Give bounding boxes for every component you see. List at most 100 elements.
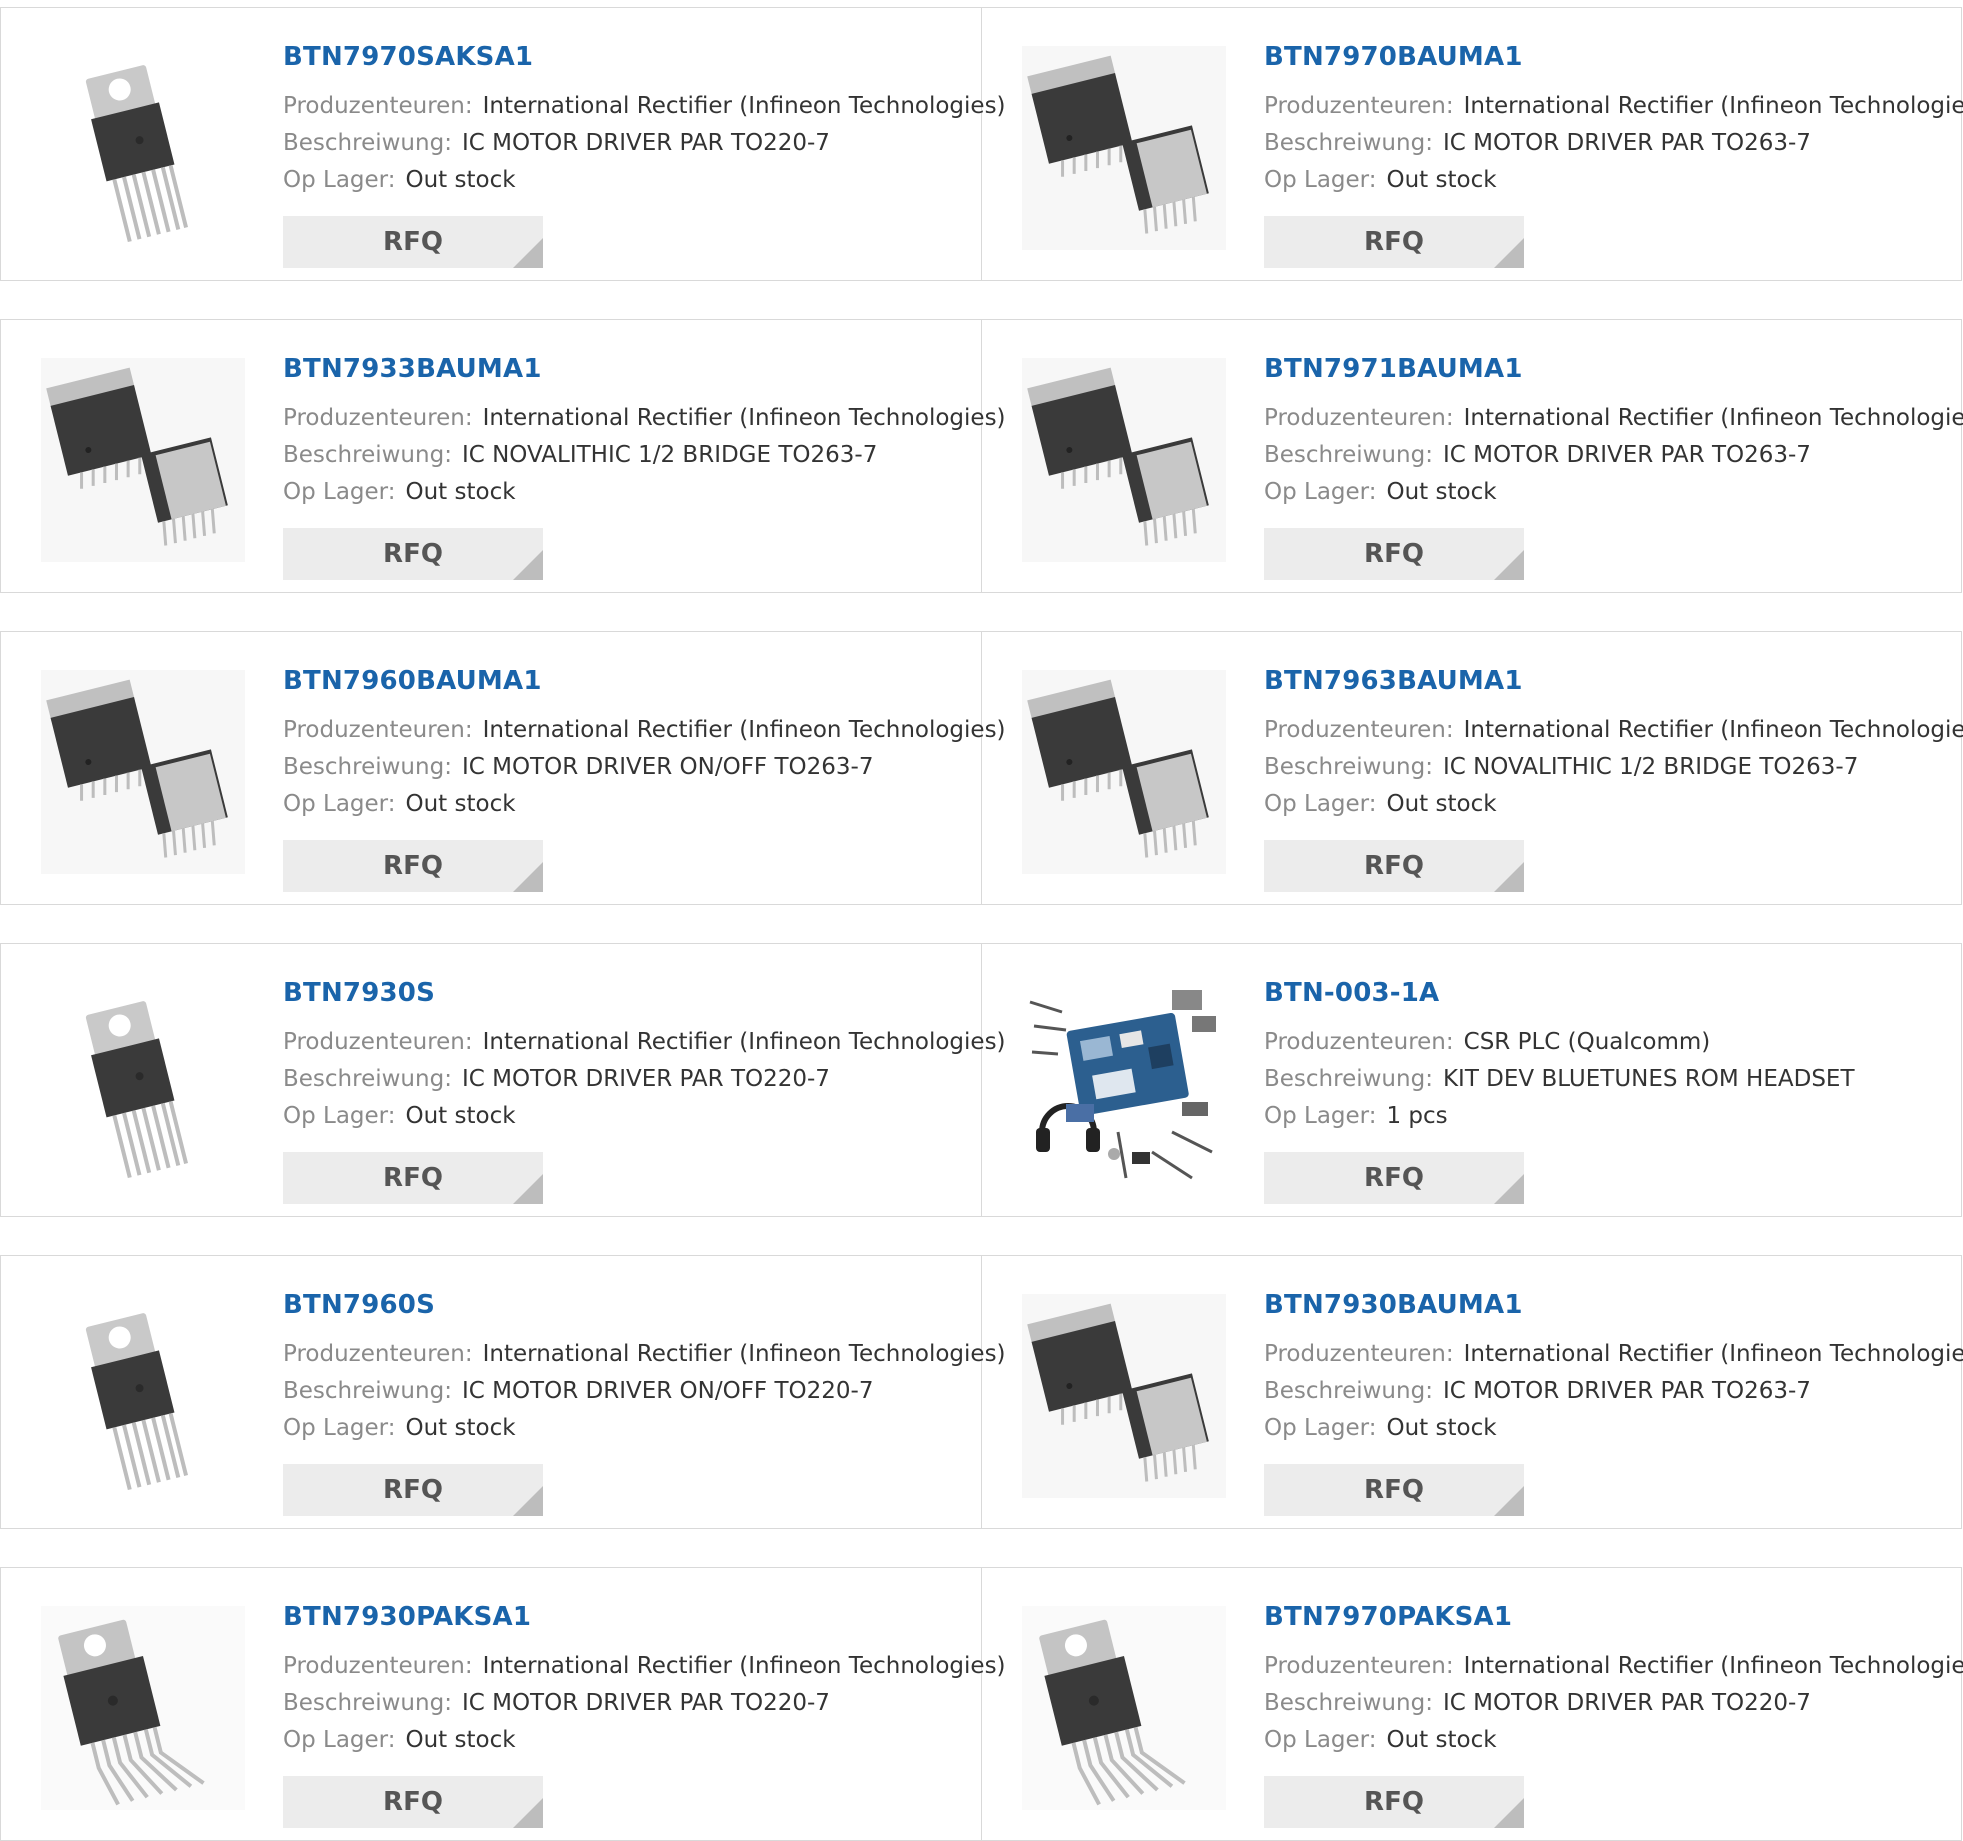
manufacturer-label: Produzenteuren: [1264,93,1454,119]
to263-icon[interactable] [1022,358,1226,562]
description-row: Beschreiwung: IC MOTOR DRIVER PAR TO220-7 [283,130,830,156]
description-label: Beschreiwung: [1264,1066,1433,1092]
manufacturer-row: Produzenteuren: International Rectifier (… [283,1341,1006,1367]
to220-icon[interactable] [41,1294,245,1498]
stock-row: Op Lager: Out stock [1264,1415,1497,1441]
stock-value: Out stock [405,1415,516,1441]
description-value: IC MOTOR DRIVER ON/OFF TO220-7 [461,1378,874,1404]
rfq-button[interactable]: RFQ [283,216,543,268]
rfq-button[interactable]: RFQ [283,1464,543,1516]
description-value: IC MOTOR DRIVER PAR TO220-7 [461,1690,830,1716]
product-card: BTN-003-1A Produzenteuren: CSR PLC (Qualc… [982,944,1962,1216]
to263-icon[interactable] [41,670,245,874]
rfq-button[interactable]: RFQ [1264,1464,1524,1516]
rfq-button[interactable]: RFQ [283,840,543,892]
description-value: IC MOTOR DRIVER PAR TO220-7 [461,1066,830,1092]
manufacturer-row: Produzenteuren: International Rectifier (… [283,717,1006,743]
stock-label: Op Lager: [283,1415,396,1441]
stock-value: Out stock [405,479,516,505]
product-part-number-link[interactable]: BTN7960S [283,1290,435,1320]
description-value: KIT DEV BLUETUNES ROM HEADSET [1442,1066,1855,1092]
rfq-button[interactable]: RFQ [1264,1152,1524,1204]
product-part-number-link[interactable]: BTN7930S [283,978,435,1008]
to220-icon[interactable] [41,46,245,250]
description-row: Beschreiwung: IC MOTOR DRIVER PAR TO263-7 [1264,442,1811,468]
to263-icon[interactable] [41,358,245,562]
product-part-number-link[interactable]: BTN7971BAUMA1 [1264,354,1523,384]
to220-bent-icon[interactable] [1022,1606,1226,1810]
rfq-button[interactable]: RFQ [1264,1776,1524,1828]
devkit-icon[interactable] [1022,982,1226,1186]
description-label: Beschreiwung: [283,130,452,156]
corner-fold-icon [1494,1486,1524,1516]
stock-row: Op Lager: Out stock [1264,167,1497,193]
stock-label: Op Lager: [283,1727,396,1753]
manufacturer-label: Produzenteuren: [283,405,473,431]
to220-bent-icon[interactable] [41,1606,245,1810]
manufacturer-label: Produzenteuren: [1264,717,1454,743]
product-part-number-link[interactable]: BTN-003-1A [1264,978,1439,1008]
stock-label: Op Lager: [1264,791,1377,817]
stock-value: Out stock [1386,1727,1497,1753]
rfq-button[interactable]: RFQ [1264,840,1524,892]
description-row: Beschreiwung: IC MOTOR DRIVER PAR TO220-7 [283,1690,830,1716]
description-label: Beschreiwung: [283,1690,452,1716]
product-part-number-link[interactable]: BTN7970SAKSA1 [283,42,533,72]
rfq-button[interactable]: RFQ [283,1776,543,1828]
manufacturer-value: International Rectifier (Infineon Techno… [482,1653,1006,1679]
rfq-button-label: RFQ [383,1163,443,1193]
to263-icon[interactable] [1022,46,1226,250]
product-part-number-link[interactable]: BTN7970BAUMA1 [1264,42,1523,72]
stock-row: Op Lager: Out stock [1264,791,1497,817]
to263-icon[interactable] [1022,1294,1226,1498]
stock-label: Op Lager: [283,479,396,505]
product-card: BTN7930PAKSA1 Produzenteuren: Internation… [1,1568,1006,1840]
manufacturer-label: Produzenteuren: [283,1341,473,1367]
description-row: Beschreiwung: IC NOVALITHIC 1/2 BRIDGE TO… [1264,754,1858,780]
product-card: BTN7930S Produzenteuren: International Re… [1,944,1006,1216]
manufacturer-value: International Rectifier (Infineon Techno… [1463,717,1963,743]
description-label: Beschreiwung: [283,1066,452,1092]
manufacturer-row: Produzenteuren: International Rectifier (… [1264,717,1963,743]
manufacturer-row: Produzenteuren: CSR PLC (Qualcomm) [1264,1029,1710,1055]
product-part-number-link[interactable]: BTN7930BAUMA1 [1264,1290,1523,1320]
stock-value: Out stock [405,1103,516,1129]
product-card: BTN7963BAUMA1 Produzenteuren: Internation… [982,632,1963,904]
manufacturer-row: Produzenteuren: International Rectifier (… [1264,405,1963,431]
stock-value: Out stock [1386,791,1497,817]
to263-icon[interactable] [1022,670,1226,874]
stock-row: Op Lager: Out stock [283,1727,516,1753]
rfq-button[interactable]: RFQ [1264,528,1524,580]
corner-fold-icon [513,1798,543,1828]
product-row: BTN7930PAKSA1 Produzenteuren: Internation… [0,1567,1963,1841]
product-part-number-link[interactable]: BTN7970PAKSA1 [1264,1602,1512,1632]
manufacturer-row: Produzenteuren: International Rectifier (… [283,1029,1006,1055]
product-part-number-link[interactable]: BTN7963BAUMA1 [1264,666,1523,696]
rfq-button[interactable]: RFQ [283,1152,543,1204]
rfq-button-label: RFQ [1364,1163,1424,1193]
stock-label: Op Lager: [1264,1727,1377,1753]
description-row: Beschreiwung: IC MOTOR DRIVER PAR TO220-7 [283,1066,830,1092]
rfq-button-label: RFQ [1364,1475,1424,1505]
manufacturer-label: Produzenteuren: [1264,1653,1454,1679]
product-card: BTN7930BAUMA1 Produzenteuren: Internation… [982,1256,1963,1528]
product-row: BTN7960S Produzenteuren: International Re… [0,1255,1963,1529]
description-label: Beschreiwung: [1264,442,1433,468]
description-value: IC MOTOR DRIVER ON/OFF TO263-7 [461,754,874,780]
stock-row: Op Lager: Out stock [283,1415,516,1441]
description-value: IC MOTOR DRIVER PAR TO263-7 [1442,442,1811,468]
corner-fold-icon [1494,1798,1524,1828]
manufacturer-value: International Rectifier (Infineon Techno… [1463,93,1963,119]
stock-label: Op Lager: [283,1103,396,1129]
rfq-button[interactable]: RFQ [1264,216,1524,268]
stock-value: Out stock [1386,167,1497,193]
product-card: BTN7933BAUMA1 Produzenteuren: Internation… [1,320,1006,592]
to220-icon[interactable] [41,982,245,1186]
manufacturer-row: Produzenteuren: International Rectifier (… [283,93,1006,119]
description-row: Beschreiwung: IC NOVALITHIC 1/2 BRIDGE TO… [283,442,877,468]
product-part-number-link[interactable]: BTN7960BAUMA1 [283,666,542,696]
product-part-number-link[interactable]: BTN7933BAUMA1 [283,354,542,384]
product-part-number-link[interactable]: BTN7930PAKSA1 [283,1602,531,1632]
description-value: IC MOTOR DRIVER PAR TO220-7 [1442,1690,1811,1716]
rfq-button[interactable]: RFQ [283,528,543,580]
